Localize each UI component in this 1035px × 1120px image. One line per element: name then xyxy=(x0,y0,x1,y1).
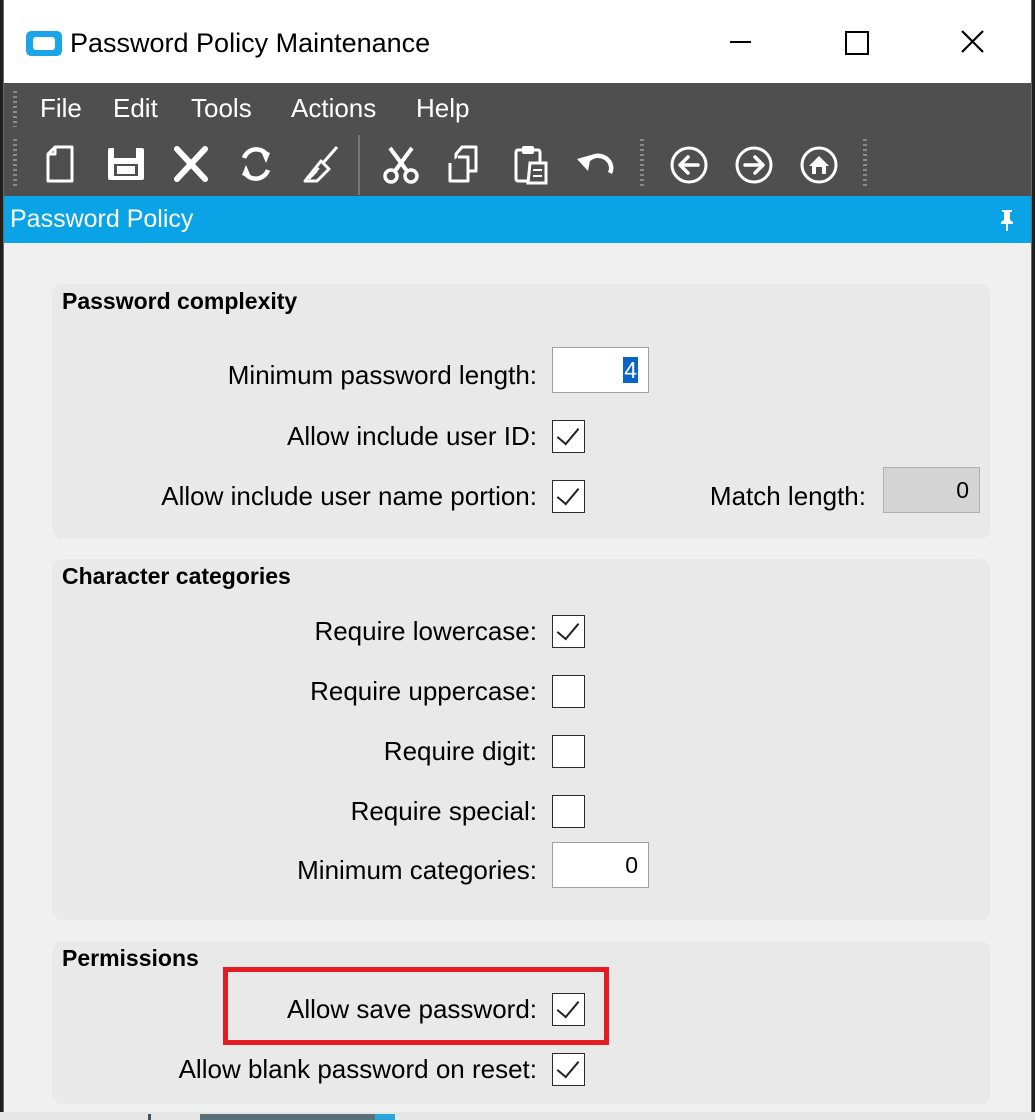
toolbar-separator xyxy=(358,135,360,195)
blank-password-label: Allow blank password on reset: xyxy=(178,1054,537,1084)
special-label: Require special: xyxy=(350,796,537,826)
menu-bar: File Edit Tools Actions Help xyxy=(4,83,1031,133)
delete-icon[interactable] xyxy=(169,141,213,187)
allow-user-name-checkbox[interactable] xyxy=(552,480,585,513)
minimize-icon[interactable] xyxy=(710,22,770,62)
character-categories-group: Character categories Require lowercase: … xyxy=(52,559,990,920)
panel-title: Password Policy xyxy=(10,205,194,233)
min-length-label: Minimum password length: xyxy=(227,360,537,390)
lowercase-checkbox[interactable] xyxy=(552,615,585,648)
home-icon[interactable] xyxy=(797,141,841,187)
forward-icon[interactable] xyxy=(732,141,776,187)
menu-help[interactable]: Help xyxy=(416,93,469,124)
paste-icon[interactable] xyxy=(509,141,553,187)
pin-icon[interactable] xyxy=(997,208,1017,232)
group-title: Password complexity xyxy=(62,288,298,314)
uppercase-checkbox[interactable] xyxy=(552,675,585,708)
toolbar-grip-3 xyxy=(863,139,867,189)
min-categories-input[interactable]: 0 xyxy=(552,842,649,888)
match-length-input: 0 xyxy=(883,467,980,513)
taskbar-item xyxy=(375,1114,395,1120)
back-icon[interactable] xyxy=(667,141,711,187)
undo-icon[interactable] xyxy=(574,141,618,187)
password-complexity-group: Password complexity Minimum password len… xyxy=(52,284,990,539)
save-icon[interactable] xyxy=(104,141,148,187)
cut-icon[interactable] xyxy=(379,141,423,187)
permissions-group: Permissions Allow save password: Allow b… xyxy=(52,941,990,1104)
min-length-input[interactable]: 4 xyxy=(552,347,649,393)
menu-edit[interactable]: Edit xyxy=(113,93,158,124)
toolbar xyxy=(4,133,1031,196)
menu-file[interactable]: File xyxy=(40,93,82,124)
lowercase-label: Require lowercase: xyxy=(314,616,537,646)
save-password-checkbox[interactable] xyxy=(552,993,585,1026)
toolbar-grip[interactable] xyxy=(13,139,17,189)
taskbar-strip xyxy=(0,1112,1035,1120)
close-icon[interactable] xyxy=(942,22,1002,62)
blank-password-checkbox[interactable] xyxy=(552,1053,585,1086)
allow-user-id-label: Allow include user ID: xyxy=(287,421,537,451)
maximize-icon[interactable] xyxy=(826,22,886,62)
digit-label: Require digit: xyxy=(383,736,537,766)
password-policy-window: Password Policy Maintenance File Edit To… xyxy=(3,0,1032,1120)
min-categories-label: Minimum categories: xyxy=(297,855,537,885)
refresh-icon[interactable] xyxy=(234,141,278,187)
allow-user-id-checkbox[interactable] xyxy=(552,420,585,453)
copy-icon[interactable] xyxy=(444,141,488,187)
panel-header: Password Policy xyxy=(4,196,1031,243)
match-length-label: Match length: xyxy=(709,481,866,511)
taskbar-item xyxy=(200,1114,375,1120)
toolbar-grip-2 xyxy=(640,139,644,189)
group-title: Character categories xyxy=(62,563,291,589)
menu-grip[interactable] xyxy=(13,91,17,127)
uppercase-label: Require uppercase: xyxy=(310,676,537,706)
digit-checkbox[interactable] xyxy=(552,735,585,768)
title-bar[interactable]: Password Policy Maintenance xyxy=(4,0,1031,83)
app-icon xyxy=(26,31,62,56)
menu-tools[interactable]: Tools xyxy=(191,93,252,124)
allow-user-name-label: Allow include user name portion: xyxy=(161,481,537,511)
special-checkbox[interactable] xyxy=(552,795,585,828)
save-password-label: Allow save password: xyxy=(287,994,537,1024)
clear-icon[interactable] xyxy=(299,141,343,187)
taskbar-item xyxy=(148,1114,151,1120)
group-title: Permissions xyxy=(62,945,199,971)
new-icon[interactable] xyxy=(39,141,83,187)
menu-actions[interactable]: Actions xyxy=(291,93,376,124)
window-title: Password Policy Maintenance xyxy=(70,28,431,58)
